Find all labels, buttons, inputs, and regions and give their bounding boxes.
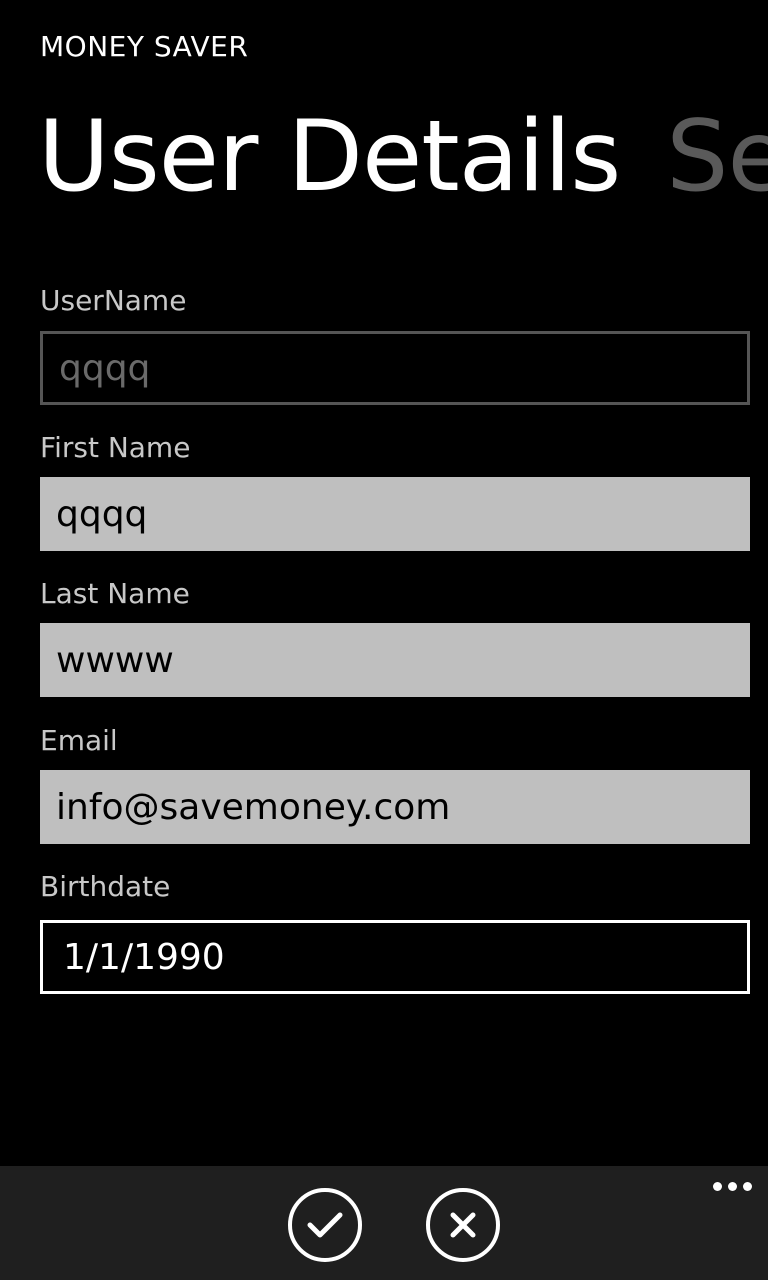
- check-icon: [307, 1212, 343, 1238]
- app-title: MONEY SAVER: [40, 30, 249, 63]
- ellipsis-icon: [728, 1182, 737, 1191]
- first-name-value: qqqq: [56, 493, 148, 535]
- last-name-label: Last Name: [40, 577, 190, 610]
- email-field[interactable]: info@savemoney.com: [40, 770, 750, 844]
- username-value: qqqq: [59, 347, 151, 389]
- last-name-field[interactable]: wwww: [40, 623, 750, 697]
- close-icon: [450, 1212, 476, 1238]
- username-label: UserName: [40, 284, 187, 317]
- last-name-value: wwww: [56, 639, 174, 681]
- first-name-label: First Name: [40, 431, 191, 464]
- birthdate-field[interactable]: 1/1/1990: [40, 920, 750, 994]
- pivot-header: User Details Se: [38, 108, 768, 206]
- ellipsis-icon: [743, 1182, 752, 1191]
- pivot-item-next[interactable]: Se: [666, 100, 768, 214]
- birthdate-value: 1/1/1990: [63, 936, 225, 978]
- email-value: info@savemoney.com: [56, 786, 451, 828]
- save-button[interactable]: [288, 1188, 362, 1262]
- birthdate-label: Birthdate: [40, 870, 171, 903]
- more-button[interactable]: [713, 1182, 752, 1191]
- ellipsis-icon: [713, 1182, 722, 1191]
- first-name-field[interactable]: qqqq: [40, 477, 750, 551]
- cancel-button[interactable]: [426, 1188, 500, 1262]
- app-bar: [0, 1166, 768, 1280]
- username-field: qqqq: [40, 331, 750, 405]
- pivot-item-current[interactable]: User Details: [38, 100, 621, 214]
- email-label: Email: [40, 724, 118, 757]
